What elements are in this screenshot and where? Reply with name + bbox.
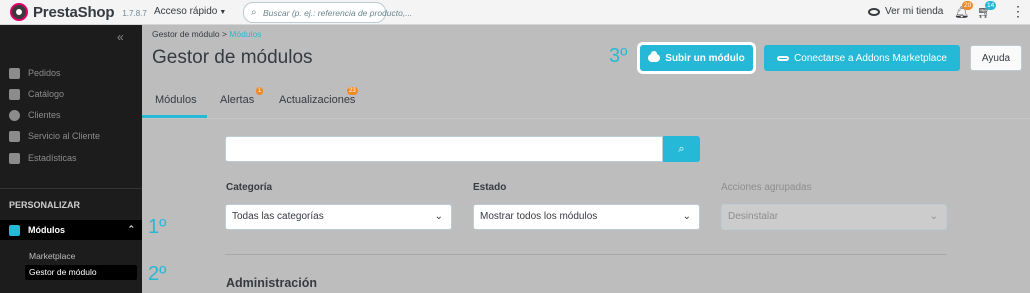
user-icon xyxy=(9,109,20,121)
status-select[interactable]: Mostrar todos los módulos ⌄ xyxy=(473,204,700,230)
kebab-menu-icon[interactable]: ⋮ xyxy=(1011,4,1025,18)
upload-module-label: Subir un módulo xyxy=(665,52,745,64)
bulk-actions-select-value: Desinstalar xyxy=(728,211,779,222)
chart-icon xyxy=(9,152,20,164)
cart-icon xyxy=(9,67,20,79)
tab-modules[interactable]: Módulos xyxy=(155,94,197,106)
sidebar-item-customer-service[interactable]: Servicio al Cliente xyxy=(0,126,142,146)
active-tab-indicator xyxy=(142,115,207,118)
sidebar-subitem-marketplace[interactable]: Marketplace xyxy=(29,251,75,261)
sidebar-item-label: Estadísticas xyxy=(28,153,77,163)
puzzle-icon xyxy=(9,224,20,236)
sidebar-item-customers[interactable]: Clientes xyxy=(0,105,142,125)
sidebar-item-orders[interactable]: Pedidos xyxy=(0,63,142,83)
header-search-box[interactable]: ⌕ Buscar (p. ej.: referencia de producto… xyxy=(243,2,412,23)
sidebar-divider xyxy=(0,188,142,189)
breadcrumb-parent[interactable]: Gestor de módulo xyxy=(152,29,220,39)
updates-badge: 23 xyxy=(347,87,358,95)
search-icon: ⌕ xyxy=(251,7,257,18)
sidebar-item-catalog[interactable]: Catálogo xyxy=(0,84,142,104)
bulk-actions-label: Acciones agrupadas xyxy=(721,182,812,193)
sidebar-item-label: Servicio al Cliente xyxy=(28,131,101,141)
module-search-input[interactable] xyxy=(225,136,663,162)
upload-module-button[interactable]: Subir un módulo xyxy=(640,45,753,71)
search-icon: ⌕ xyxy=(678,142,685,155)
store-icon xyxy=(9,88,20,100)
category-select-value: Todas las categorías xyxy=(232,211,324,222)
tab-alerts-label: Alertas xyxy=(220,94,255,106)
alerts-badge: 1 xyxy=(256,87,264,95)
key-icon xyxy=(777,55,790,61)
category-filter-label: Categoría xyxy=(226,182,273,193)
sidebar-subitem-module-manager[interactable]: Gestor de módulo xyxy=(25,265,137,280)
chat-icon xyxy=(9,130,20,142)
prestashop-logo-icon xyxy=(10,3,28,21)
tab-updates-label: Actualizaciones xyxy=(279,94,356,106)
step-marker-2: 2º xyxy=(148,263,167,285)
sidebar-item-label: Clientes xyxy=(28,110,61,120)
caret-down-icon: ▼ xyxy=(219,9,227,16)
collapse-sidebar-icon[interactable]: « xyxy=(117,30,124,44)
prestashop-logo[interactable]: PrestaShop 1.7.8.7 xyxy=(10,3,147,21)
notifications-button[interactable]: 🔔︎ 20 xyxy=(954,1,974,19)
notification-badge: 20 xyxy=(962,1,974,10)
cart-notifications-button[interactable]: 🛒︎ 14 xyxy=(977,1,997,19)
header-search-placeholder: Buscar (p. ej.: referencia de producto,.… xyxy=(263,8,413,18)
sidebar-item-modules[interactable]: Módulos ⌃ xyxy=(0,220,142,240)
top-bar: PrestaShop 1.7.8.7 Acceso rápido ▼ ⌕ Busc… xyxy=(0,0,1030,25)
tab-updates[interactable]: Actualizaciones 23 xyxy=(279,87,358,106)
step-marker-3: 3º xyxy=(609,45,628,67)
sidebar-item-label: Catálogo xyxy=(28,89,65,99)
chevron-down-icon: ⌄ xyxy=(434,211,443,222)
sidebar-item-stats[interactable]: Estadísticas xyxy=(0,148,142,168)
cart-badge: 14 xyxy=(985,1,997,10)
bulk-actions-select[interactable]: Desinstalar ⌄ xyxy=(721,204,947,230)
help-button[interactable]: Ayuda xyxy=(970,45,1022,71)
connect-addons-label: Conectarse a Addons Marketplace xyxy=(794,52,947,64)
chevron-down-icon: ⌄ xyxy=(682,211,691,222)
quick-access-label: Acceso rápido xyxy=(154,6,218,17)
view-shop-link[interactable]: Ver mi tienda xyxy=(868,6,943,17)
breadcrumb-current[interactable]: Módulos xyxy=(229,29,261,39)
eye-icon xyxy=(868,7,880,16)
version-label: 1.7.8.7 xyxy=(122,9,147,18)
status-select-value: Mostrar todos los módulos xyxy=(480,211,598,222)
chevron-down-icon: ⌄ xyxy=(929,211,938,222)
sidebar-item-label: Módulos xyxy=(28,225,65,235)
view-shop-label: Ver mi tienda xyxy=(885,6,944,17)
section-title: Administración xyxy=(226,276,317,290)
breadcrumb: Gestor de módulo > Módulos xyxy=(152,29,261,39)
sidebar-section-title: PERSONALIZAR xyxy=(9,200,81,210)
logo-text: PrestaShop xyxy=(33,3,115,21)
status-filter-label: Estado xyxy=(473,182,507,193)
sidebar-item-label: Pedidos xyxy=(28,68,61,78)
module-tabs: Módulos Alertas 1 Actualizaciones 23 xyxy=(142,84,1030,119)
step-marker-1: 1º xyxy=(148,216,167,238)
tab-alerts[interactable]: Alertas 1 xyxy=(220,87,264,106)
cloud-upload-icon xyxy=(648,51,661,62)
module-search-button[interactable]: ⌕ xyxy=(663,136,700,162)
section-divider xyxy=(225,254,947,255)
chevron-up-icon: ⌃ xyxy=(127,224,135,234)
page-title: Gestor de módulos xyxy=(152,47,313,68)
quick-access-dropdown[interactable]: Acceso rápido ▼ xyxy=(154,6,226,17)
connect-addons-button[interactable]: Conectarse a Addons Marketplace xyxy=(764,45,960,71)
category-select[interactable]: Todas las categorías ⌄ xyxy=(225,204,452,230)
breadcrumb-separator: > xyxy=(221,29,227,39)
